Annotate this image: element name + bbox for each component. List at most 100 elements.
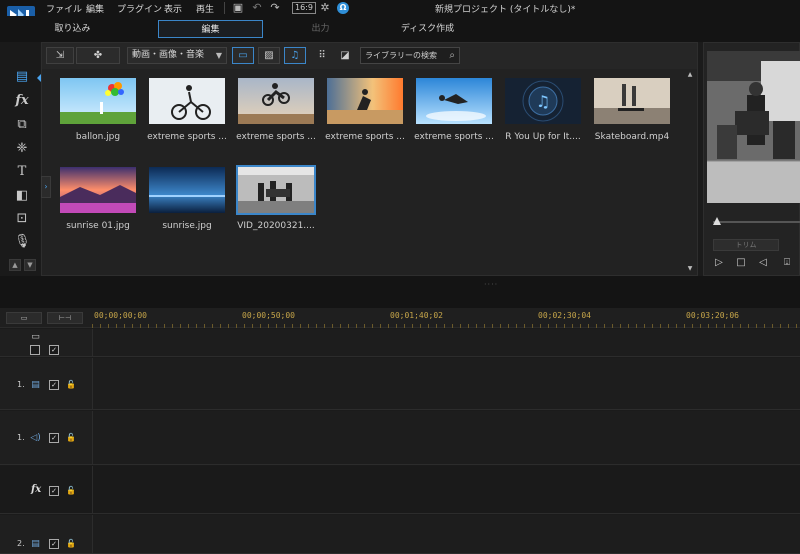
track-number: 2. <box>17 539 25 548</box>
filter-video-button[interactable]: ▭ <box>232 47 254 64</box>
undo-icon[interactable]: ↶ <box>250 1 264 15</box>
media-item-extreme-sports-4[interactable]: extreme sports ... <box>414 78 494 158</box>
marker-track-checkbox[interactable]: ✓ <box>49 345 59 355</box>
video-track-checkbox[interactable]: ✓ <box>49 380 59 390</box>
video-track-checkbox[interactable]: ✓ <box>49 539 59 549</box>
view-grid-button[interactable]: ⠿ <box>312 47 332 64</box>
marker-track-toggle[interactable] <box>30 345 40 355</box>
settings-gear-icon[interactable]: ✲ <box>318 1 332 15</box>
video-track-1-header: 1. ▤ ✓ 🔓 <box>0 358 92 410</box>
timeline-ruler[interactable]: 00;00;00;00 00;00;50;00 00;01;40;02 00;0… <box>92 308 800 328</box>
scroll-up-icon[interactable]: ▲ <box>686 71 694 78</box>
tab-edit[interactable]: 編集 <box>158 20 263 38</box>
storyboard-view-button[interactable]: ▭ <box>6 312 42 324</box>
music-note-icon: ♫ <box>536 92 550 111</box>
track-number: 1. <box>17 433 25 442</box>
effect-track-checkbox[interactable]: ✓ <box>49 486 59 496</box>
lock-icon[interactable]: 🔓 <box>66 433 76 443</box>
particle-room-icon[interactable]: ❈ <box>14 141 30 157</box>
scroll-down-icon[interactable]: ▼ <box>686 265 694 272</box>
media-item-music[interactable]: ♫ R You Up for It.... <box>503 78 583 158</box>
microphone-icon[interactable]: 🎙 <box>14 234 31 250</box>
menu-plugins[interactable]: プラグイン <box>117 2 162 15</box>
search-icon[interactable]: ⌕ <box>449 48 455 63</box>
chevron-down-icon: ▼ <box>215 51 222 60</box>
lock-icon[interactable]: 🔓 <box>66 486 76 496</box>
trim-button[interactable]: トリム <box>713 239 779 251</box>
timecode-label: 00;00;50;00 <box>242 311 295 320</box>
audio-track-checkbox[interactable]: ✓ <box>49 433 59 443</box>
preview-screen <box>707 51 800 203</box>
scroll-up-icon[interactable]: ▲ <box>9 259 21 271</box>
filter-music-button[interactable]: ♫ <box>284 47 306 64</box>
menu-view[interactable]: 表示 <box>164 2 182 15</box>
tab-produce[interactable]: 出力 <box>268 20 373 38</box>
marker-track[interactable] <box>92 329 800 357</box>
music-note-icon: ♫ <box>290 50 300 61</box>
media-room-icon[interactable]: ▤ <box>14 69 30 85</box>
aspect-ratio-selector[interactable]: 16:9 <box>292 2 316 14</box>
media-filter-label: 動画・画像・音楽 <box>132 50 205 60</box>
lock-icon[interactable]: 🔓 <box>66 380 76 390</box>
chapter-comment-icon[interactable]: ▭ <box>30 332 41 342</box>
fit-width-icon: ⊢⊣ <box>58 314 72 322</box>
tab-capture[interactable]: 取り込み <box>20 20 125 38</box>
media-filter-dropdown[interactable]: 動画・画像・音楽 ▼ <box>127 47 227 64</box>
menu-file[interactable]: ファイル <box>46 2 82 15</box>
media-item-balloon[interactable]: ballon.jpg <box>58 78 138 158</box>
menu-separator <box>224 2 225 14</box>
media-label: extreme sports ... <box>325 132 405 142</box>
plugins-button[interactable]: ✤ <box>76 47 120 64</box>
media-item-sunrise-01[interactable]: sunrise 01.jpg <box>58 167 138 247</box>
thumbnail-size-button[interactable]: ◪ <box>336 47 354 64</box>
splitter-grip-icon[interactable]: ···· <box>484 280 498 289</box>
media-item-skateboard[interactable]: Skateboard.mp4 <box>592 78 672 158</box>
redo-icon[interactable]: ↷ <box>268 1 282 15</box>
menu-edit[interactable]: 編集 <box>86 2 104 15</box>
effect-track[interactable] <box>92 466 800 514</box>
fit-timeline-button[interactable]: ⊢⊣ <box>47 312 83 324</box>
transition-room-icon[interactable]: ◧ <box>14 188 30 204</box>
stop-icon[interactable]: □ <box>735 257 747 269</box>
media-item-sunrise[interactable]: sunrise.jpg <box>147 167 227 247</box>
overlay-room-icon[interactable]: ⧉ <box>14 117 30 133</box>
marker-track-header: ▭ ✓ <box>0 329 92 357</box>
media-label: extreme sports ... <box>236 132 316 142</box>
video-track-1[interactable] <box>92 358 800 410</box>
effects-room-icon[interactable]: fx <box>14 93 30 109</box>
preview-seek-bar[interactable] <box>713 221 800 223</box>
effect-track-header: fx ✓ 🔓 <box>0 466 92 514</box>
library-scrollbar[interactable]: ▲ ▼ <box>685 69 695 275</box>
media-label: ballon.jpg <box>75 132 121 142</box>
media-item-extreme-sports-3[interactable]: extreme sports ... <box>325 78 405 158</box>
account-icon[interactable]: Ω <box>337 2 349 14</box>
tab-disc[interactable]: ディスク作成 <box>375 20 480 38</box>
media-item-vid-20200321[interactable]: VID_20200321.... <box>236 165 316 247</box>
library-search-input[interactable]: ライブラリーの検索 ⌕ <box>360 47 460 64</box>
seek-slider-handle[interactable] <box>713 217 721 225</box>
media-thumbnail <box>149 78 225 124</box>
audio-track-1-header: 1. ◁) ✓ 🔓 <box>0 411 92 465</box>
import-media-button[interactable]: ⇲ <box>46 47 74 64</box>
title-room-icon[interactable]: T <box>14 164 30 180</box>
previous-frame-icon[interactable]: ◁ <box>757 257 769 269</box>
media-label: VID_20200321.... <box>237 221 315 231</box>
scroll-down-icon[interactable]: ▼ <box>24 259 36 271</box>
subtitle-room-icon[interactable]: ⊡ <box>14 211 30 227</box>
play-icon[interactable]: ▷ <box>713 257 725 269</box>
expand-panel-button[interactable]: › <box>41 176 51 198</box>
timecode-label: 00;01;40;02 <box>390 311 443 320</box>
effects-icon: fx <box>31 484 42 495</box>
video-track-2[interactable] <box>92 515 800 554</box>
lock-icon[interactable]: 🔓 <box>66 539 76 549</box>
audio-track-1[interactable] <box>92 411 800 465</box>
save-icon[interactable]: ▣ <box>231 1 245 15</box>
media-item-extreme-sports-2[interactable]: extreme sports ... <box>236 78 316 158</box>
filter-image-button[interactable]: ▨ <box>258 47 280 64</box>
panel-splitter[interactable]: ···· <box>0 276 800 308</box>
media-item-extreme-sports-1[interactable]: extreme sports ... <box>147 78 227 158</box>
media-thumbnail: ♫ <box>505 78 581 124</box>
media-label: R You Up for It.... <box>505 132 581 142</box>
menu-playback[interactable]: 再生 <box>196 2 214 15</box>
next-frame-icon[interactable]: ⍗ <box>781 257 793 269</box>
